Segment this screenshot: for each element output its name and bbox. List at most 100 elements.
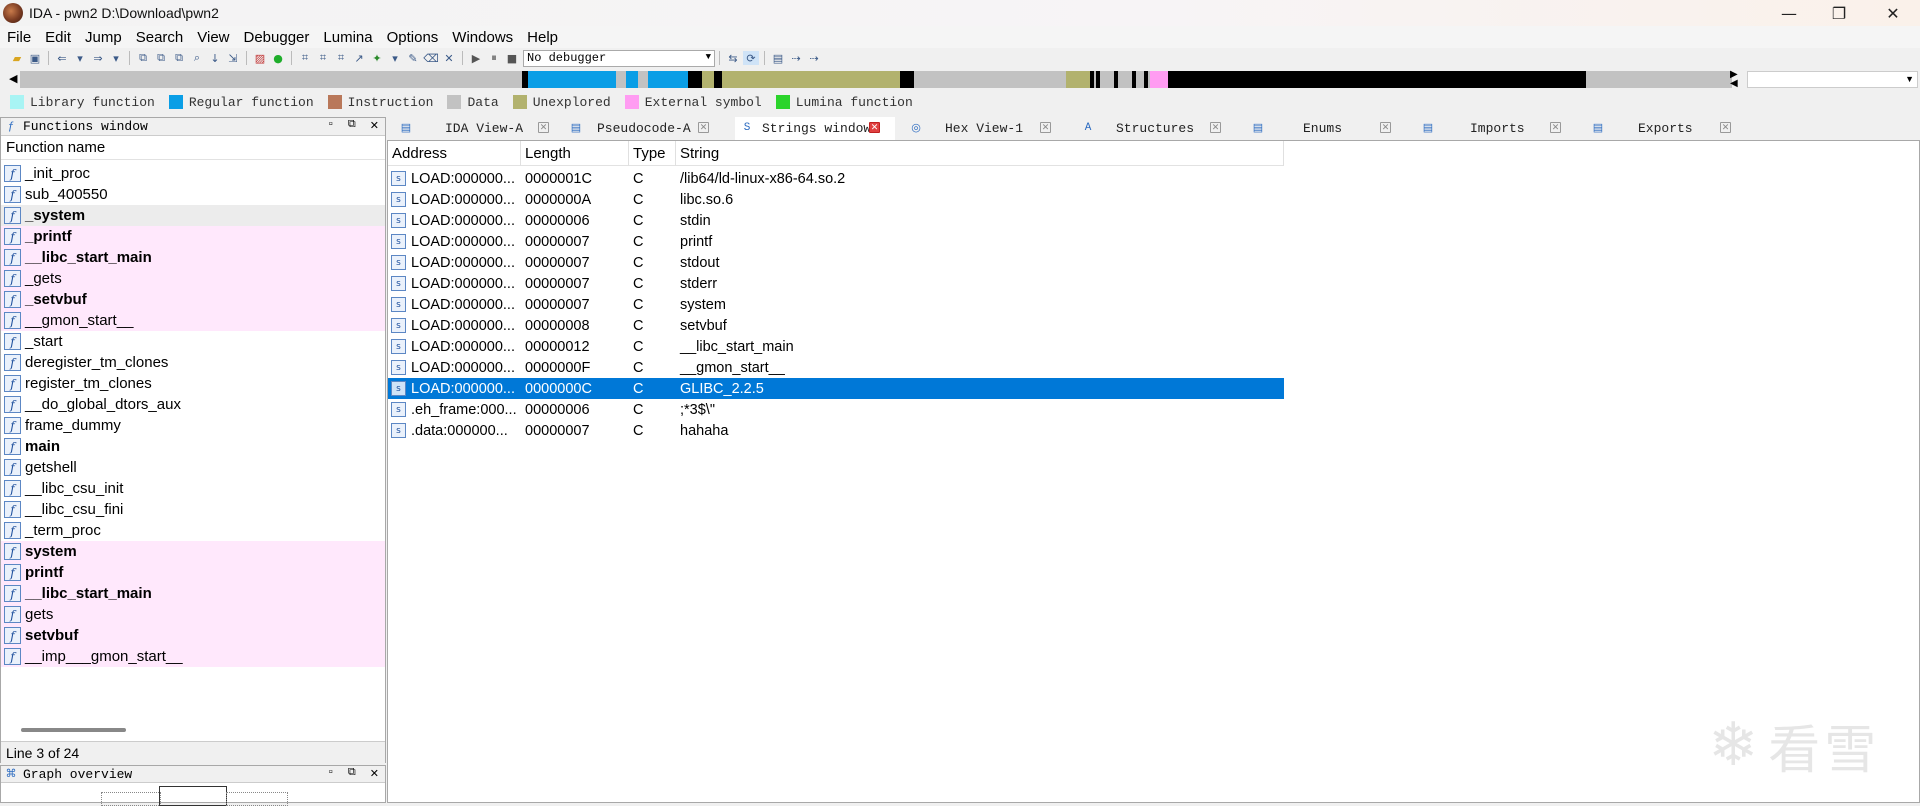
patch-icon[interactable]: ✎ (405, 51, 421, 65)
function-row[interactable]: f getshell (1, 457, 385, 478)
function-row[interactable]: f _init_proc (1, 163, 385, 184)
tab-enums[interactable]: ▤ Enums ✕ (1252, 117, 1412, 140)
menu-help[interactable]: Help (520, 29, 565, 46)
attach-icon[interactable]: ⇆ (725, 51, 741, 65)
restore-button[interactable]: ❐ (1812, 0, 1866, 26)
nav-address-combo[interactable]: ▼ (1747, 71, 1918, 88)
forward-icon[interactable]: ⇒ (90, 51, 106, 65)
tab-pseudocode-a[interactable]: ▤ Pseudocode-A ✕ (570, 117, 724, 140)
column-header-length[interactable]: Length (521, 140, 629, 166)
navigation-band[interactable]: ◀ ▶ ◀ ▼ (0, 70, 1920, 89)
binary-search-icon[interactable]: ⧉ (171, 51, 187, 65)
tab-close-icon[interactable]: ✕ (1720, 122, 1731, 133)
function-row[interactable]: f _setvbuf (1, 289, 385, 310)
text-search-icon[interactable]: ⌕ (189, 51, 205, 65)
function-row[interactable]: f register_tm_clones (1, 373, 385, 394)
open-icon[interactable]: ▰ (9, 51, 25, 65)
string-row[interactable]: s LOAD:000000... 00000007 Cstderr (388, 273, 1284, 294)
stop-icon[interactable]: ■ (504, 51, 520, 65)
menu-windows[interactable]: Windows (445, 29, 520, 46)
graph-viewport[interactable] (159, 786, 227, 806)
data-icon[interactable]: ⌗ (315, 51, 331, 65)
function-row[interactable]: f _gets (1, 268, 385, 289)
menu-options[interactable]: Options (380, 29, 446, 46)
navigation-band-track[interactable] (20, 71, 1732, 88)
graph-node[interactable] (101, 792, 161, 806)
down-icon[interactable]: ↓ (207, 51, 223, 65)
tab-imports[interactable]: ▤ Imports ✕ (1422, 117, 1582, 140)
panel-float-icon[interactable]: ⧉ (348, 119, 356, 133)
panel-close-icon[interactable]: ✕ (370, 767, 379, 781)
forward-dropdown-icon[interactable]: ▾ (108, 51, 124, 65)
tab-close-icon[interactable]: ✕ (1550, 122, 1561, 133)
function-row[interactable]: f main (1, 436, 385, 457)
tab-ida-view-a[interactable]: ▤ IDA View-A ✕ (400, 117, 554, 140)
function-row[interactable]: f system (1, 541, 385, 562)
function-row[interactable]: f __do_global_dtors_aux (1, 394, 385, 415)
jump-icon[interactable]: ⇲ (225, 51, 241, 65)
panel-minimize-icon[interactable]: ▫ (327, 767, 334, 781)
function-row[interactable]: f __libc_csu_fini (1, 499, 385, 520)
arrow-icon[interactable]: ↗ (351, 51, 367, 65)
column-header-address[interactable]: Address (388, 140, 521, 166)
refresh-icon[interactable]: ⟳ (743, 51, 759, 65)
tab-close-icon[interactable]: ✕ (698, 122, 709, 133)
tab-close-icon[interactable]: ✕ (538, 122, 549, 133)
green-circle-icon[interactable]: ● (270, 51, 286, 65)
panel-close-icon[interactable]: ✕ (370, 119, 379, 133)
string-row[interactable]: s LOAD:000000... 0000000A Clibc.so.6 (388, 189, 1284, 210)
code-icon[interactable]: ⌗ (297, 51, 313, 65)
function-row[interactable]: f deregister_tm_clones (1, 352, 385, 373)
function-row[interactable]: f _system (1, 205, 385, 226)
plugin-icon[interactable]: ✦ (369, 51, 385, 65)
copy-icon[interactable]: ⧉ (135, 51, 151, 65)
back-icon[interactable]: ⇐ (54, 51, 70, 65)
function-row[interactable]: f frame_dummy (1, 415, 385, 436)
debugger-select[interactable]: No debugger ▼ (523, 49, 715, 67)
string-row[interactable]: s LOAD:000000... 0000001C C/lib64/ld-linux-… (388, 168, 1284, 189)
save-icon[interactable]: ▣ (27, 51, 43, 65)
function-row[interactable]: f gets (1, 604, 385, 625)
function-row[interactable]: f setvbuf (1, 625, 385, 646)
string-row[interactable]: s LOAD:000000... 00000007 Cprintf (388, 231, 1284, 252)
menu-edit[interactable]: Edit (38, 29, 78, 46)
undefine-icon[interactable]: ⌫ (423, 51, 439, 65)
string-row[interactable]: s .eh_frame:000... 00000006 C ;*3$\" (388, 399, 1284, 420)
delete-icon[interactable]: ✕ (441, 51, 457, 65)
menu-lumina[interactable]: Lumina (316, 29, 379, 46)
string-row[interactable]: s LOAD:000000... 00000006 Cstdin (388, 210, 1284, 231)
string-row[interactable]: s LOAD:000000... 0000000F C __gmon_start__ (388, 357, 1284, 378)
tab-close-icon[interactable]: ✕ (869, 122, 880, 133)
tab-exports[interactable]: ▤ Exports ✕ (1592, 117, 1752, 140)
struct-icon[interactable]: ⌗ (333, 51, 349, 65)
pause-icon[interactable]: ⏸ (486, 51, 502, 65)
column-header-string[interactable]: String (676, 140, 1284, 166)
string-row[interactable]: s LOAD:000000... 00000007 Csystem (388, 294, 1284, 315)
menu-file[interactable]: File (0, 29, 38, 46)
plugin-dropdown-icon[interactable]: ▾ (387, 51, 403, 65)
menu-view[interactable]: View (190, 29, 236, 46)
tab-structures[interactable]: A Structures ✕ (1082, 117, 1242, 140)
paste-icon[interactable]: ⧉ (153, 51, 169, 65)
function-row[interactable]: f printf (1, 562, 385, 583)
back-dropdown-icon[interactable]: ▾ (72, 51, 88, 65)
tab-close-icon[interactable]: ✕ (1380, 122, 1391, 133)
function-row[interactable]: f _start (1, 331, 385, 352)
function-name-column-header[interactable]: Function name (1, 136, 385, 160)
string-row[interactable]: s LOAD:000000... 00000012 C __libc_start_mai… (388, 336, 1284, 357)
nav-left-arrow-icon[interactable]: ◀ (9, 72, 17, 85)
string-row[interactable]: s .data:000000... 00000007 Chahaha (388, 420, 1284, 441)
panel-float-icon[interactable]: ⧉ (348, 767, 356, 781)
menu-debugger[interactable]: Debugger (237, 29, 317, 46)
watch-icon[interactable]: ⇢ (806, 51, 822, 65)
function-row[interactable]: f _printf (1, 226, 385, 247)
functions-list[interactable]: f _init_proc f sub_400550 f _system f _printf f _… (1, 163, 385, 713)
function-row[interactable]: f __imp___gmon_start__ (1, 646, 385, 667)
tab-close-icon[interactable]: ✕ (1040, 122, 1051, 133)
graph-icon[interactable]: ▨ (252, 51, 268, 65)
string-row[interactable]: s LOAD:000000... 0000000C C GLIBC_2.2.5 (388, 378, 1284, 399)
run-icon[interactable]: ▶ (468, 51, 484, 65)
menu-jump[interactable]: Jump (78, 29, 129, 46)
minimize-button[interactable]: — (1762, 0, 1816, 26)
string-row[interactable]: s LOAD:000000... 00000007 Cstdout (388, 252, 1284, 273)
